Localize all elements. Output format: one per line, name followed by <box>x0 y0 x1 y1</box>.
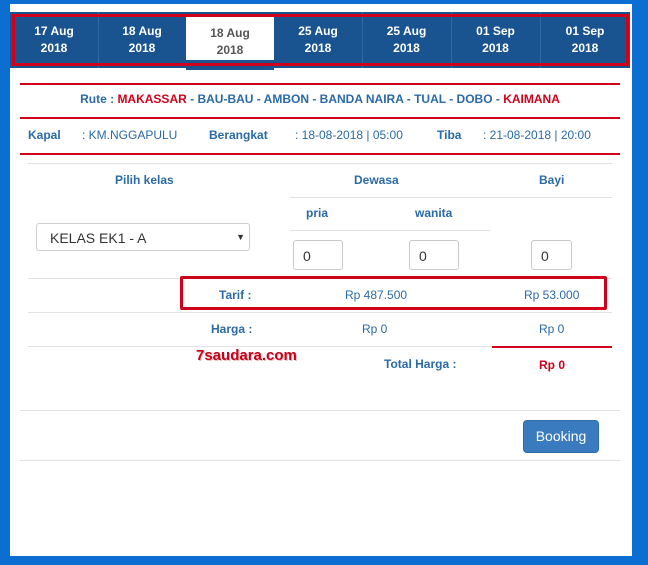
tab-date-6-day: 01 Sep <box>476 24 515 38</box>
berangkat-label: Berangkat <box>209 128 268 142</box>
total-harga-label: Total Harga : <box>384 357 457 371</box>
footer-divider <box>20 410 620 411</box>
dewasa-header: Dewasa <box>354 173 399 187</box>
tab-date-5-year: 2018 <box>393 41 420 55</box>
tiba-value: : 21-08-2018 | 20:00 <box>483 128 591 142</box>
wanita-header: wanita <box>415 206 453 220</box>
tarif-dewasa-value: Rp 487.500 <box>345 288 408 302</box>
tab-date-4[interactable]: 25 Aug 2018 <box>274 12 362 68</box>
table-top-border <box>28 163 612 164</box>
booking-button[interactable]: Booking <box>523 420 599 453</box>
tab-date-5[interactable]: 25 Aug 2018 <box>362 12 451 68</box>
berangkat-value: : 18-08-2018 | 05:00 <box>295 128 403 142</box>
tab-date-5-day: 25 Aug <box>386 24 427 38</box>
tab-date-7-year: 2018 <box>571 41 599 55</box>
harga-bayi-underline <box>492 346 612 348</box>
tab-date-7[interactable]: 01 Sep 2018 <box>540 12 630 68</box>
harga-dewasa-value: Rp 0 <box>362 322 388 336</box>
pilih-kelas-header: Pilih kelas <box>115 173 174 187</box>
date-tabs-bar: 17 Aug 2018 18 Aug 2018 18 Aug 2018 25 A… <box>10 12 630 72</box>
header-divider <box>290 197 612 198</box>
route-line: Rute : MAKASSAR - BAU-BAU - AMBON - BAND… <box>20 92 620 106</box>
bayi-quantity-input[interactable]: 0 <box>531 240 572 270</box>
footer-divider <box>20 460 620 461</box>
kapal-label: Kapal <box>28 128 61 142</box>
subheader-divider <box>290 230 490 231</box>
pria-quantity-input[interactable]: 0 <box>293 240 343 270</box>
tab-date-7-day: 01 Sep <box>565 24 605 38</box>
tab-date-3-year: 2018 <box>216 43 244 57</box>
divider <box>20 83 620 85</box>
route-middle: - BAU-BAU - AMBON - BANDA NAIRA - TUAL -… <box>190 92 500 106</box>
watermark: 7saudara.com <box>196 347 297 364</box>
tab-date-6[interactable]: 01 Sep 2018 <box>451 12 540 68</box>
tab-date-4-year: 2018 <box>304 41 332 55</box>
kapal-value: : KM.NGGAPULU <box>82 128 178 142</box>
tab-date-6-year: 2018 <box>482 41 509 55</box>
wanita-quantity-input[interactable]: 0 <box>409 240 459 270</box>
route-origin: MAKASSAR <box>117 92 187 106</box>
route-destination: KAIMANA <box>503 92 560 106</box>
tarif-bayi-value: Rp 53.000 <box>524 288 580 302</box>
bayi-header: Bayi <box>539 173 565 187</box>
tab-date-1[interactable]: 17 Aug 2018 <box>10 12 98 68</box>
tab-date-2[interactable]: 18 Aug 2018 <box>98 12 186 68</box>
chevron-down-icon: ▼ <box>236 232 245 242</box>
row-divider <box>28 312 612 313</box>
tab-date-3-day: 18 Aug <box>210 26 250 40</box>
tab-date-2-day: 18 Aug <box>122 24 162 38</box>
active-tab-indicator <box>186 60 274 70</box>
total-harga-value: Rp 0 <box>539 358 566 372</box>
divider <box>20 117 620 119</box>
tab-date-2-year: 2018 <box>128 41 156 55</box>
harga-label: Harga : <box>211 322 253 336</box>
tab-date-1-day: 17 Aug <box>34 24 74 38</box>
kelas-select-value: KELAS EK1 - A <box>50 230 147 246</box>
route-label: Rute : <box>80 92 115 106</box>
harga-bayi-value: Rp 0 <box>539 322 565 336</box>
kelas-select[interactable]: KELAS EK1 - A ▼ <box>36 223 250 251</box>
tab-date-4-day: 25 Aug <box>298 24 338 38</box>
divider <box>20 153 620 155</box>
tarif-label: Tarif : <box>219 288 252 302</box>
tiba-label: Tiba <box>437 128 462 142</box>
pria-header: pria <box>306 206 329 220</box>
tab-date-1-year: 2018 <box>40 41 68 55</box>
